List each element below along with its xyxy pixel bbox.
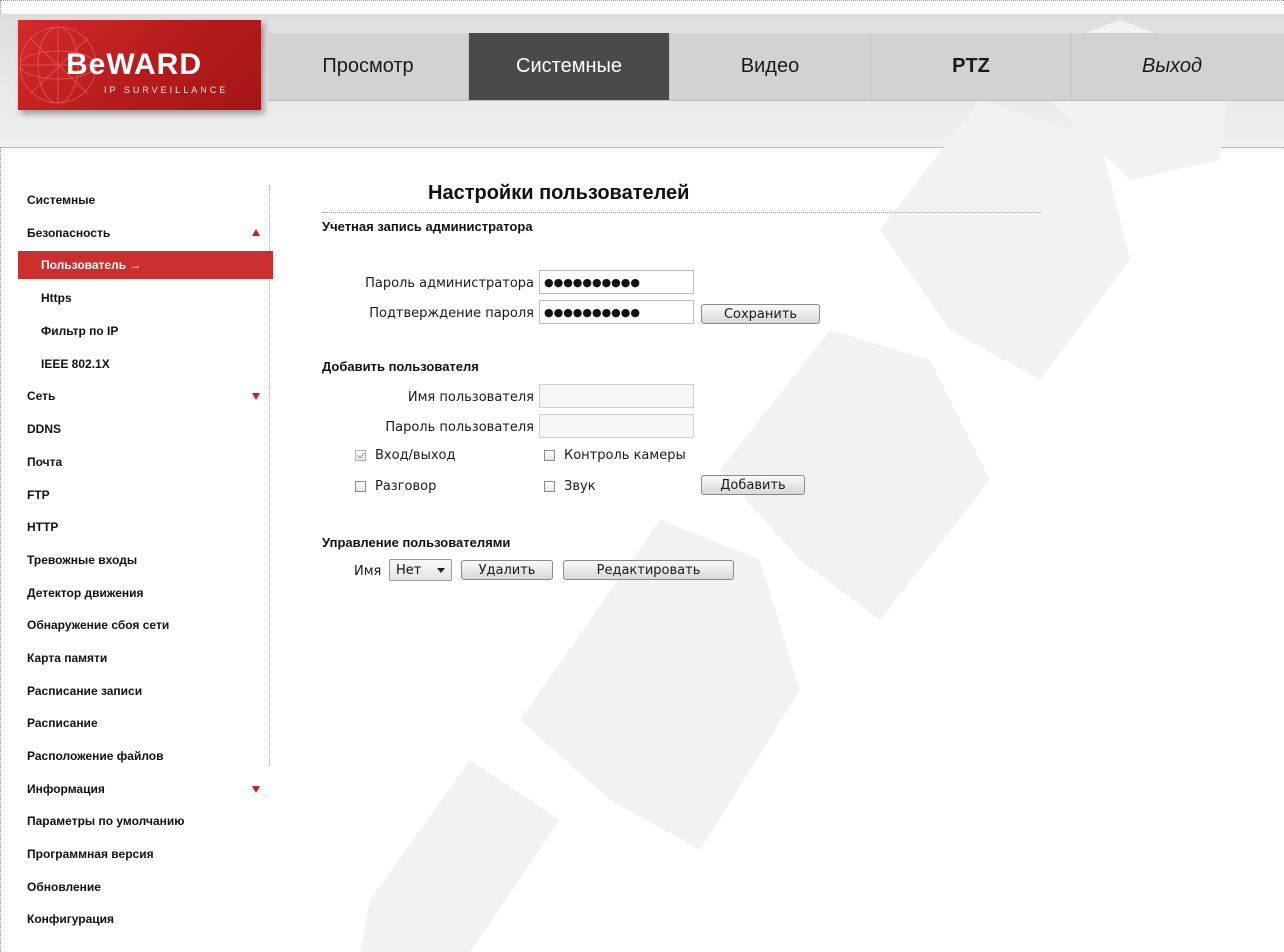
checkbox-box bbox=[544, 450, 555, 461]
sidebar-item-label: Безопасность bbox=[27, 225, 111, 240]
sidebar-item-file-location[interactable]: Расположение файлов bbox=[0, 740, 272, 773]
sidebar-item-mail[interactable]: Почта bbox=[0, 446, 272, 479]
sidebar-item-network[interactable]: Сеть bbox=[0, 380, 272, 413]
nav-tab-system[interactable]: Системные bbox=[469, 33, 670, 100]
page-title: Настройки пользователей bbox=[428, 182, 690, 204]
sound-checkbox[interactable]: Звук bbox=[544, 479, 596, 494]
sidebar-item-schedule[interactable]: Расписание bbox=[0, 707, 272, 740]
checkbox-label: Разговор bbox=[375, 479, 437, 494]
checkbox-label: Вход/выход bbox=[375, 448, 456, 463]
talk-checkbox[interactable]: Разговор bbox=[355, 479, 436, 494]
admin-confirm-label: Подтверждение пароля bbox=[369, 306, 534, 321]
logo-subtitle: IP SURVEILLANCE bbox=[104, 85, 229, 95]
manage-users-section-title: Управление пользователями bbox=[322, 535, 511, 550]
name-label: Имя bbox=[354, 564, 382, 579]
title-divider bbox=[322, 212, 1042, 213]
sidebar-item-user[interactable]: Пользователь → bbox=[18, 251, 273, 280]
save-button[interactable]: Сохранить bbox=[701, 304, 820, 324]
checkbox-label: Контроль камеры bbox=[564, 448, 686, 463]
sidebar-item-memory-card[interactable]: Карта памяти bbox=[0, 642, 272, 675]
sidebar-item-system[interactable]: Системные bbox=[0, 184, 272, 217]
sidebar-item-network-failure[interactable]: Обнаружение сбоя сети bbox=[0, 609, 272, 642]
admin-password-label: Пароль администратора bbox=[365, 276, 534, 291]
login-logout-checkbox[interactable]: Вход/выход bbox=[355, 448, 456, 463]
delete-button[interactable]: Удалить bbox=[461, 560, 553, 580]
nav-tab-ptz[interactable]: PTZ bbox=[871, 33, 1072, 100]
sidebar-item-label: Информация bbox=[27, 781, 105, 796]
edit-button[interactable]: Редактировать bbox=[563, 560, 734, 580]
sidebar-item-ddns[interactable]: DDNS bbox=[0, 413, 272, 446]
sidebar-item-configuration[interactable]: Конфигурация bbox=[0, 903, 272, 936]
expand-arrow-icon bbox=[252, 785, 260, 793]
username-input[interactable] bbox=[539, 384, 694, 408]
sidebar-item-firmware-version[interactable]: Программная версия bbox=[0, 838, 272, 871]
user-select[interactable]: Нет bbox=[389, 559, 452, 581]
sidebar-item-ftp[interactable]: FTP bbox=[0, 479, 272, 512]
user-password-input[interactable] bbox=[539, 414, 694, 438]
user-password-label: Пароль пользователя bbox=[385, 420, 534, 435]
camera-control-checkbox[interactable]: Контроль камеры bbox=[544, 448, 686, 463]
sidebar-item-ieee8021x[interactable]: IEEE 802.1X bbox=[0, 348, 272, 381]
top-navigation: Просмотр Системные Видео PTZ Выход bbox=[268, 33, 1284, 101]
checkbox-label: Звук bbox=[564, 479, 596, 494]
sidebar-item-http[interactable]: HTTP bbox=[0, 511, 272, 544]
chevron-down-icon bbox=[437, 568, 445, 573]
sidebar-item-defaults[interactable]: Параметры по умолчанию bbox=[0, 805, 272, 838]
admin-section-title: Учетная запись администратора bbox=[322, 219, 533, 234]
checkbox-box bbox=[355, 481, 366, 492]
nav-tab-video[interactable]: Видео bbox=[670, 33, 871, 100]
add-user-section-title: Добавить пользователя bbox=[322, 359, 479, 374]
sidebar-item-label: Сеть bbox=[27, 389, 56, 404]
sidebar-menu: Системные Безопасность Пользователь → Ht… bbox=[0, 184, 273, 936]
nav-tab-view[interactable]: Просмотр bbox=[268, 33, 469, 100]
sidebar-item-alarm-inputs[interactable]: Тревожные входы bbox=[0, 544, 272, 577]
logo-text: BeWARD bbox=[66, 48, 203, 81]
sidebar-item-ip-filter[interactable]: Фильтр по IP bbox=[0, 315, 272, 348]
checkbox-box bbox=[355, 450, 366, 461]
sidebar-item-record-schedule[interactable]: Расписание записи bbox=[0, 675, 272, 708]
username-label: Имя пользователя bbox=[407, 390, 534, 405]
sidebar-item-update[interactable]: Обновление bbox=[0, 871, 272, 904]
expand-arrow-icon bbox=[252, 393, 260, 401]
checkbox-box bbox=[544, 481, 555, 492]
admin-confirm-input[interactable]: ●●●●●●●●●● bbox=[539, 300, 694, 324]
sidebar-item-motion-detector[interactable]: Детектор движения bbox=[0, 577, 272, 610]
sidebar-item-information[interactable]: Информация bbox=[0, 773, 272, 806]
sidebar-item-security[interactable]: Безопасность bbox=[0, 217, 272, 250]
sidebar-item-https[interactable]: Https bbox=[0, 282, 272, 315]
nav-tab-logout[interactable]: Выход bbox=[1072, 33, 1272, 100]
user-select-value: Нет bbox=[396, 562, 422, 578]
admin-password-input[interactable]: ●●●●●●●●●● bbox=[539, 270, 694, 294]
collapse-arrow-icon bbox=[252, 228, 260, 236]
beward-logo[interactable]: BeWARD IP SURVEILLANCE bbox=[18, 20, 261, 110]
add-user-button[interactable]: Добавить bbox=[701, 475, 805, 495]
